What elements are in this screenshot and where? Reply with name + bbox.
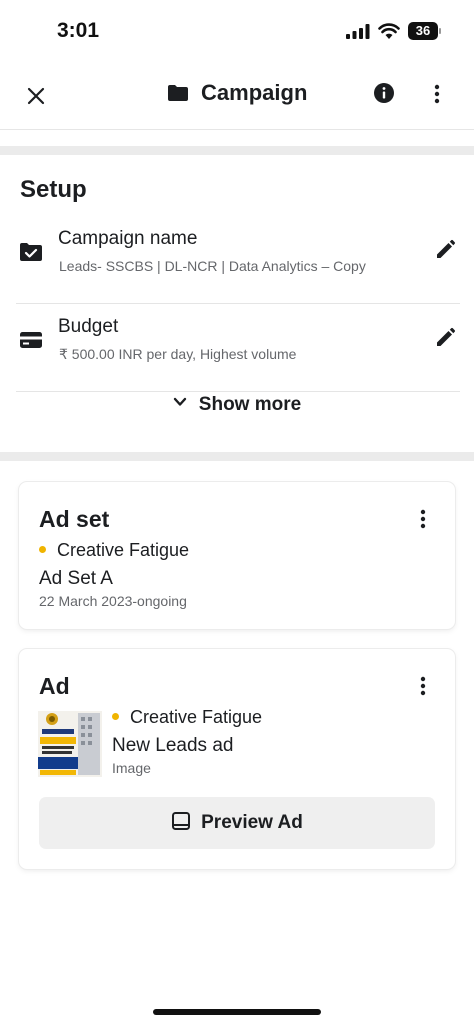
battery-icon: 36 [408, 22, 441, 40]
ad-thumbnail-image [38, 711, 102, 777]
nav-bar: Campaign [0, 62, 474, 130]
campaign-name-label: Campaign name [58, 228, 198, 249]
folder-icon [167, 85, 188, 101]
status-dot-icon [39, 546, 46, 553]
section-divider [0, 146, 474, 155]
ad-set-name: Ad Set A [39, 568, 113, 589]
more-vertical-icon[interactable] [426, 82, 448, 106]
ad-set-card[interactable]: Ad set Creative Fatigue Ad Set A 22 Marc… [19, 482, 455, 629]
budget-value: ₹ 500.00 INR per day, Highest volume [59, 346, 297, 362]
home-indicator [153, 1009, 321, 1015]
ad-status: Creative Fatigue [112, 707, 262, 728]
ad-status-label: Creative Fatigue [130, 707, 263, 727]
ad-title: Ad [39, 673, 70, 699]
cellular-signal-icon [346, 24, 370, 39]
wifi-icon [378, 23, 400, 39]
ad-set-date: 22 March 2023-ongoing [39, 593, 187, 609]
ad-set-status-label: Creative Fatigue [57, 540, 190, 560]
status-dot-icon [112, 713, 119, 720]
ad-card[interactable]: Ad Creative Fatigue New Leads ad Image P… [19, 649, 455, 869]
chevron-down-icon [173, 397, 186, 406]
campaign-name-row[interactable]: Campaign name Leads- SSCBS | DL-NCR | Da… [16, 216, 460, 304]
battery-level: 36 [408, 22, 438, 40]
preview-ad-label: Preview Ad [201, 812, 303, 833]
info-icon[interactable] [373, 82, 395, 104]
campaign-name-value: Leads- SSCBS | DL-NCR | Data Analytics –… [59, 258, 366, 274]
credit-card-icon [20, 332, 42, 348]
edit-pencil-icon[interactable] [434, 239, 456, 261]
ad-set-title: Ad set [39, 506, 110, 532]
page-title: Campaign [201, 80, 308, 105]
show-more-button[interactable]: Show more [0, 394, 474, 416]
status-bar: 3:01 36 [0, 0, 474, 62]
section-divider [0, 452, 474, 461]
edit-pencil-icon[interactable] [434, 327, 456, 349]
ad-name: New Leads ad [112, 735, 234, 756]
folder-check-icon [20, 243, 42, 261]
status-time: 3:01 [57, 19, 100, 42]
tablet-icon [172, 812, 191, 830]
show-more-label: Show more [198, 394, 302, 415]
setup-heading: Setup [20, 176, 87, 203]
budget-row[interactable]: Budget ₹ 500.00 INR per day, Highest vol… [16, 304, 460, 392]
preview-ad-button[interactable]: Preview Ad [39, 797, 435, 849]
ad-type: Image [112, 760, 151, 776]
more-vertical-icon[interactable] [413, 508, 433, 530]
budget-label: Budget [58, 316, 119, 337]
more-vertical-icon[interactable] [413, 675, 433, 697]
ad-set-status: Creative Fatigue [39, 540, 189, 561]
page-title-group: Campaign [0, 80, 474, 106]
